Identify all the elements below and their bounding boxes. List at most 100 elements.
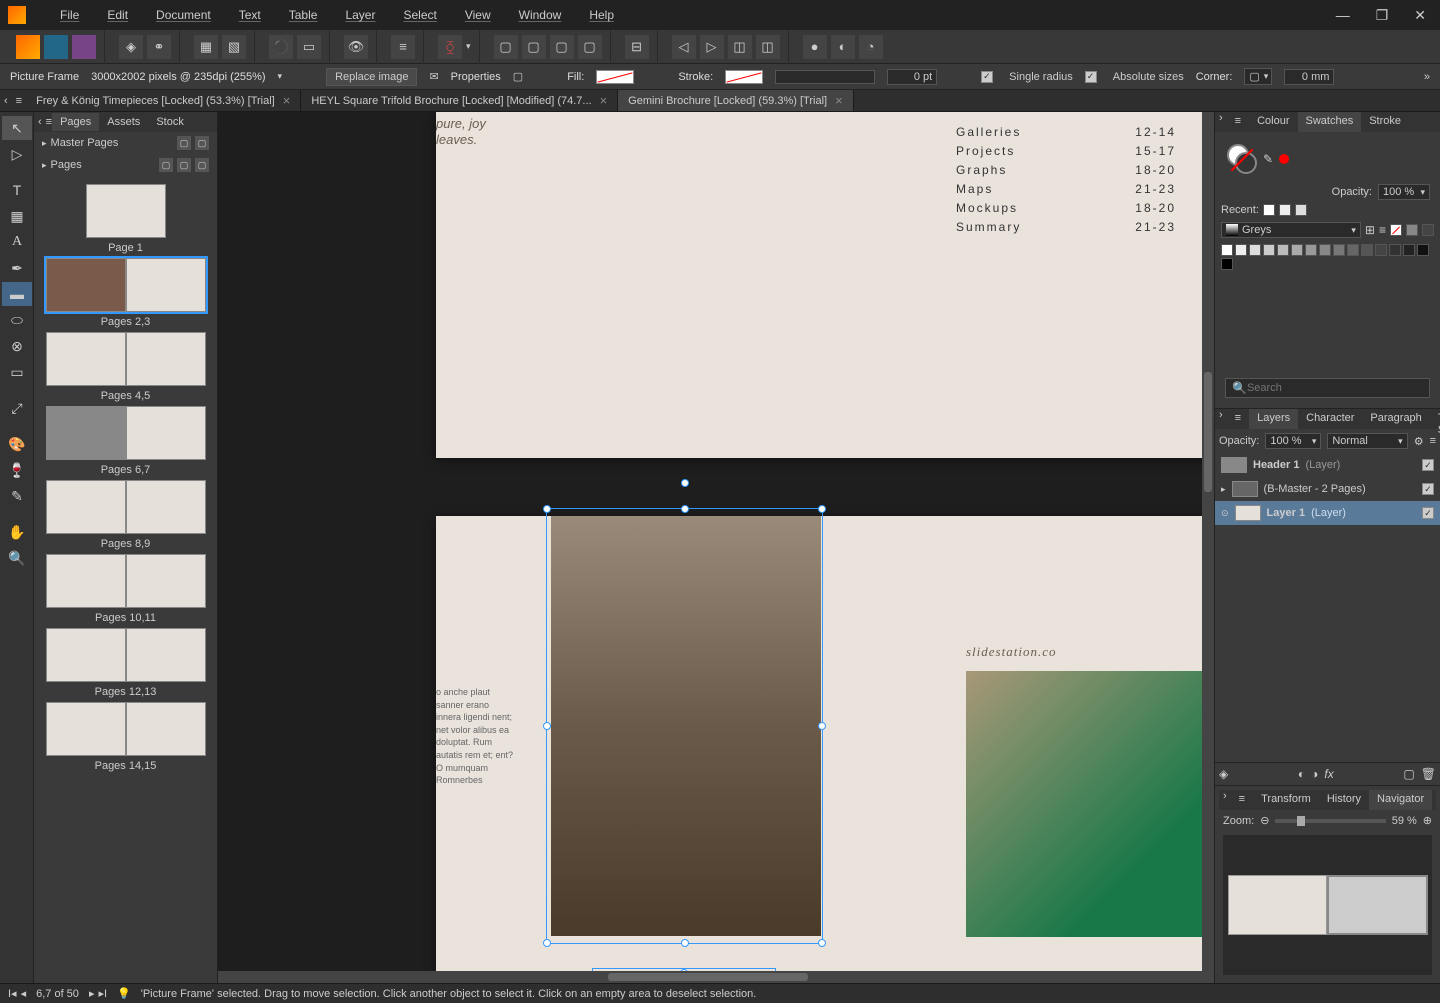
stroke-width-input[interactable] bbox=[887, 69, 937, 85]
arrange-icon[interactable]: ◈ bbox=[119, 35, 143, 59]
menu-file[interactable]: File bbox=[46, 2, 93, 28]
recent-swatch-1[interactable] bbox=[1263, 204, 1275, 216]
layers-collapse-icon[interactable]: › bbox=[1215, 409, 1227, 429]
rotate-ccw-icon[interactable]: ◫ bbox=[728, 35, 752, 59]
shape2-icon[interactable]: ◐ bbox=[831, 35, 855, 59]
layer-adj-icon[interactable]: ◐ bbox=[1298, 767, 1305, 781]
transparency-tool-icon[interactable]: 🍷 bbox=[2, 458, 32, 482]
transform-tab[interactable]: Transform bbox=[1253, 790, 1319, 810]
swatch[interactable] bbox=[1333, 244, 1345, 256]
character-tab[interactable]: Character bbox=[1298, 409, 1362, 429]
stock-tab[interactable]: Stock bbox=[148, 113, 192, 131]
layers-tab[interactable]: Layers bbox=[1249, 409, 1298, 429]
menu-window[interactable]: Window bbox=[505, 2, 576, 28]
tabs-left-icon[interactable]: ‹ bbox=[0, 95, 12, 107]
thumb-pages-2-3[interactable]: Pages 2,3 bbox=[38, 258, 213, 328]
handle-ne[interactable] bbox=[818, 505, 826, 513]
recent-swatch-2[interactable] bbox=[1279, 204, 1291, 216]
swatch[interactable] bbox=[1291, 244, 1303, 256]
absolute-sizes-checkbox[interactable] bbox=[1085, 71, 1097, 83]
preview-icon[interactable]: 👁 bbox=[344, 35, 368, 59]
maximize-button[interactable]: ❐ bbox=[1370, 5, 1395, 26]
stroke-width-slider[interactable] bbox=[775, 70, 875, 84]
zoom-in-icon[interactable]: ⊕ bbox=[1423, 814, 1432, 827]
layer-fx-icon[interactable]: ◑ bbox=[1311, 767, 1318, 781]
flip-v-icon[interactable]: ▷ bbox=[700, 35, 724, 59]
layer-opacity-input[interactable]: 100 % bbox=[1265, 433, 1321, 449]
swatch[interactable] bbox=[1235, 244, 1247, 256]
picture-frame-tool-icon[interactable]: ▭ bbox=[2, 360, 32, 384]
navigator-preview[interactable] bbox=[1223, 835, 1432, 975]
panel-collapse-icon[interactable]: ‹ bbox=[34, 116, 46, 128]
swatch-search-input[interactable] bbox=[1247, 382, 1423, 394]
thumb-pages-8-9[interactable]: Pages 8,9 bbox=[38, 480, 213, 550]
shape3-icon[interactable]: ◔ bbox=[859, 35, 883, 59]
current-color-icon[interactable] bbox=[1279, 154, 1289, 164]
prev-page-icon[interactable]: ◂ bbox=[21, 987, 27, 1000]
nav-collapse-icon[interactable]: › bbox=[1219, 790, 1231, 810]
none-swatch[interactable] bbox=[1390, 224, 1402, 236]
swatch[interactable] bbox=[1389, 244, 1401, 256]
opacity-input[interactable]: 100 % bbox=[1378, 184, 1430, 200]
swatch[interactable] bbox=[1305, 244, 1317, 256]
registration-swatch[interactable] bbox=[1406, 224, 1418, 236]
pen-tool-icon[interactable]: ✒ bbox=[2, 256, 32, 280]
handle-w[interactable] bbox=[543, 722, 551, 730]
shape1-icon[interactable]: ● bbox=[803, 35, 827, 59]
minimize-button[interactable]: — bbox=[1330, 5, 1356, 26]
layer-visible-checkbox[interactable] bbox=[1422, 459, 1434, 471]
swatches-tab[interactable]: Swatches bbox=[1298, 112, 1362, 132]
rectangle-tool-icon[interactable]: ▬ bbox=[2, 282, 32, 306]
doc-tab-2-close-icon[interactable]: × bbox=[600, 93, 608, 108]
move-tool-icon[interactable]: ↖ bbox=[2, 116, 32, 140]
swatch[interactable] bbox=[1221, 244, 1233, 256]
zoom-slider[interactable] bbox=[1275, 819, 1385, 823]
align-icon[interactable]: ⊟ bbox=[625, 35, 649, 59]
textstyles-tab[interactable]: Text Styles bbox=[1430, 409, 1440, 429]
layer-gear-icon[interactable]: ⚙ bbox=[1414, 435, 1424, 448]
tabs-more-icon[interactable]: ≡ bbox=[12, 95, 26, 107]
first-page-icon[interactable]: I◂ bbox=[8, 987, 17, 1000]
menu-table[interactable]: Table bbox=[275, 2, 332, 28]
swatch[interactable] bbox=[1263, 244, 1275, 256]
rotate-cw-icon[interactable]: ◫ bbox=[756, 35, 780, 59]
back-one-icon[interactable]: ▢ bbox=[522, 35, 546, 59]
handle-nw[interactable] bbox=[543, 505, 551, 513]
properties-apply-icon[interactable]: ▢ bbox=[513, 70, 523, 83]
thumb-pages-14-15[interactable]: Pages 14,15 bbox=[38, 702, 213, 772]
layer-header1[interactable]: Header 1(Layer) bbox=[1215, 453, 1440, 477]
menu-document[interactable]: Document bbox=[142, 2, 225, 28]
layer-visible-checkbox[interactable] bbox=[1422, 483, 1434, 495]
layer-bmaster[interactable]: ▸ (B-Master - 2 Pages) bbox=[1215, 477, 1440, 501]
persona-publisher-icon[interactable] bbox=[16, 35, 40, 59]
handle-n[interactable] bbox=[681, 505, 689, 513]
zoom-tool-icon[interactable]: 🔍 bbox=[2, 546, 32, 570]
thumb-pages-12-13[interactable]: Pages 12,13 bbox=[38, 628, 213, 698]
handle-sw[interactable] bbox=[543, 939, 551, 947]
baseline-grid-icon[interactable]: ▦ bbox=[194, 35, 218, 59]
colour-tab[interactable]: Colour bbox=[1249, 112, 1297, 132]
navigator-tab[interactable]: Navigator bbox=[1369, 790, 1432, 810]
persona-photo-icon[interactable] bbox=[72, 35, 96, 59]
corner-type-dropdown[interactable]: ▢ bbox=[1244, 68, 1272, 85]
corner-value-input[interactable] bbox=[1284, 69, 1334, 85]
properties-icon[interactable]: ✉ bbox=[429, 70, 438, 83]
spread-4-5[interactable]: pure, joyleaves. Galleries12-14 Projects… bbox=[436, 112, 1214, 458]
rp-menu-icon[interactable]: ≡ bbox=[1227, 112, 1249, 132]
recent-swatch-3[interactable] bbox=[1295, 204, 1307, 216]
menu-help[interactable]: Help bbox=[575, 2, 628, 28]
history-tab[interactable]: History bbox=[1319, 790, 1369, 810]
menu-view[interactable]: View bbox=[451, 2, 505, 28]
swatch[interactable] bbox=[1319, 244, 1331, 256]
align-left-icon[interactable]: ≡ bbox=[391, 35, 415, 59]
menu-edit[interactable]: Edit bbox=[93, 2, 142, 28]
layer-expand-icon[interactable]: ▸ bbox=[1221, 484, 1226, 495]
thumb-pages-10-11[interactable]: Pages 10,11 bbox=[38, 554, 213, 624]
snapping-icon[interactable]: ⧲ bbox=[438, 35, 462, 59]
nav-menu-icon[interactable]: ≡ bbox=[1231, 790, 1253, 810]
doc-tab-2[interactable]: HEYL Square Trifold Brochure [Locked] [M… bbox=[301, 90, 618, 111]
stroke-swatch[interactable] bbox=[725, 70, 763, 84]
properties-button[interactable]: Properties bbox=[451, 71, 501, 83]
handle-s[interactable] bbox=[681, 939, 689, 947]
move-back-icon[interactable]: ▢ bbox=[494, 35, 518, 59]
